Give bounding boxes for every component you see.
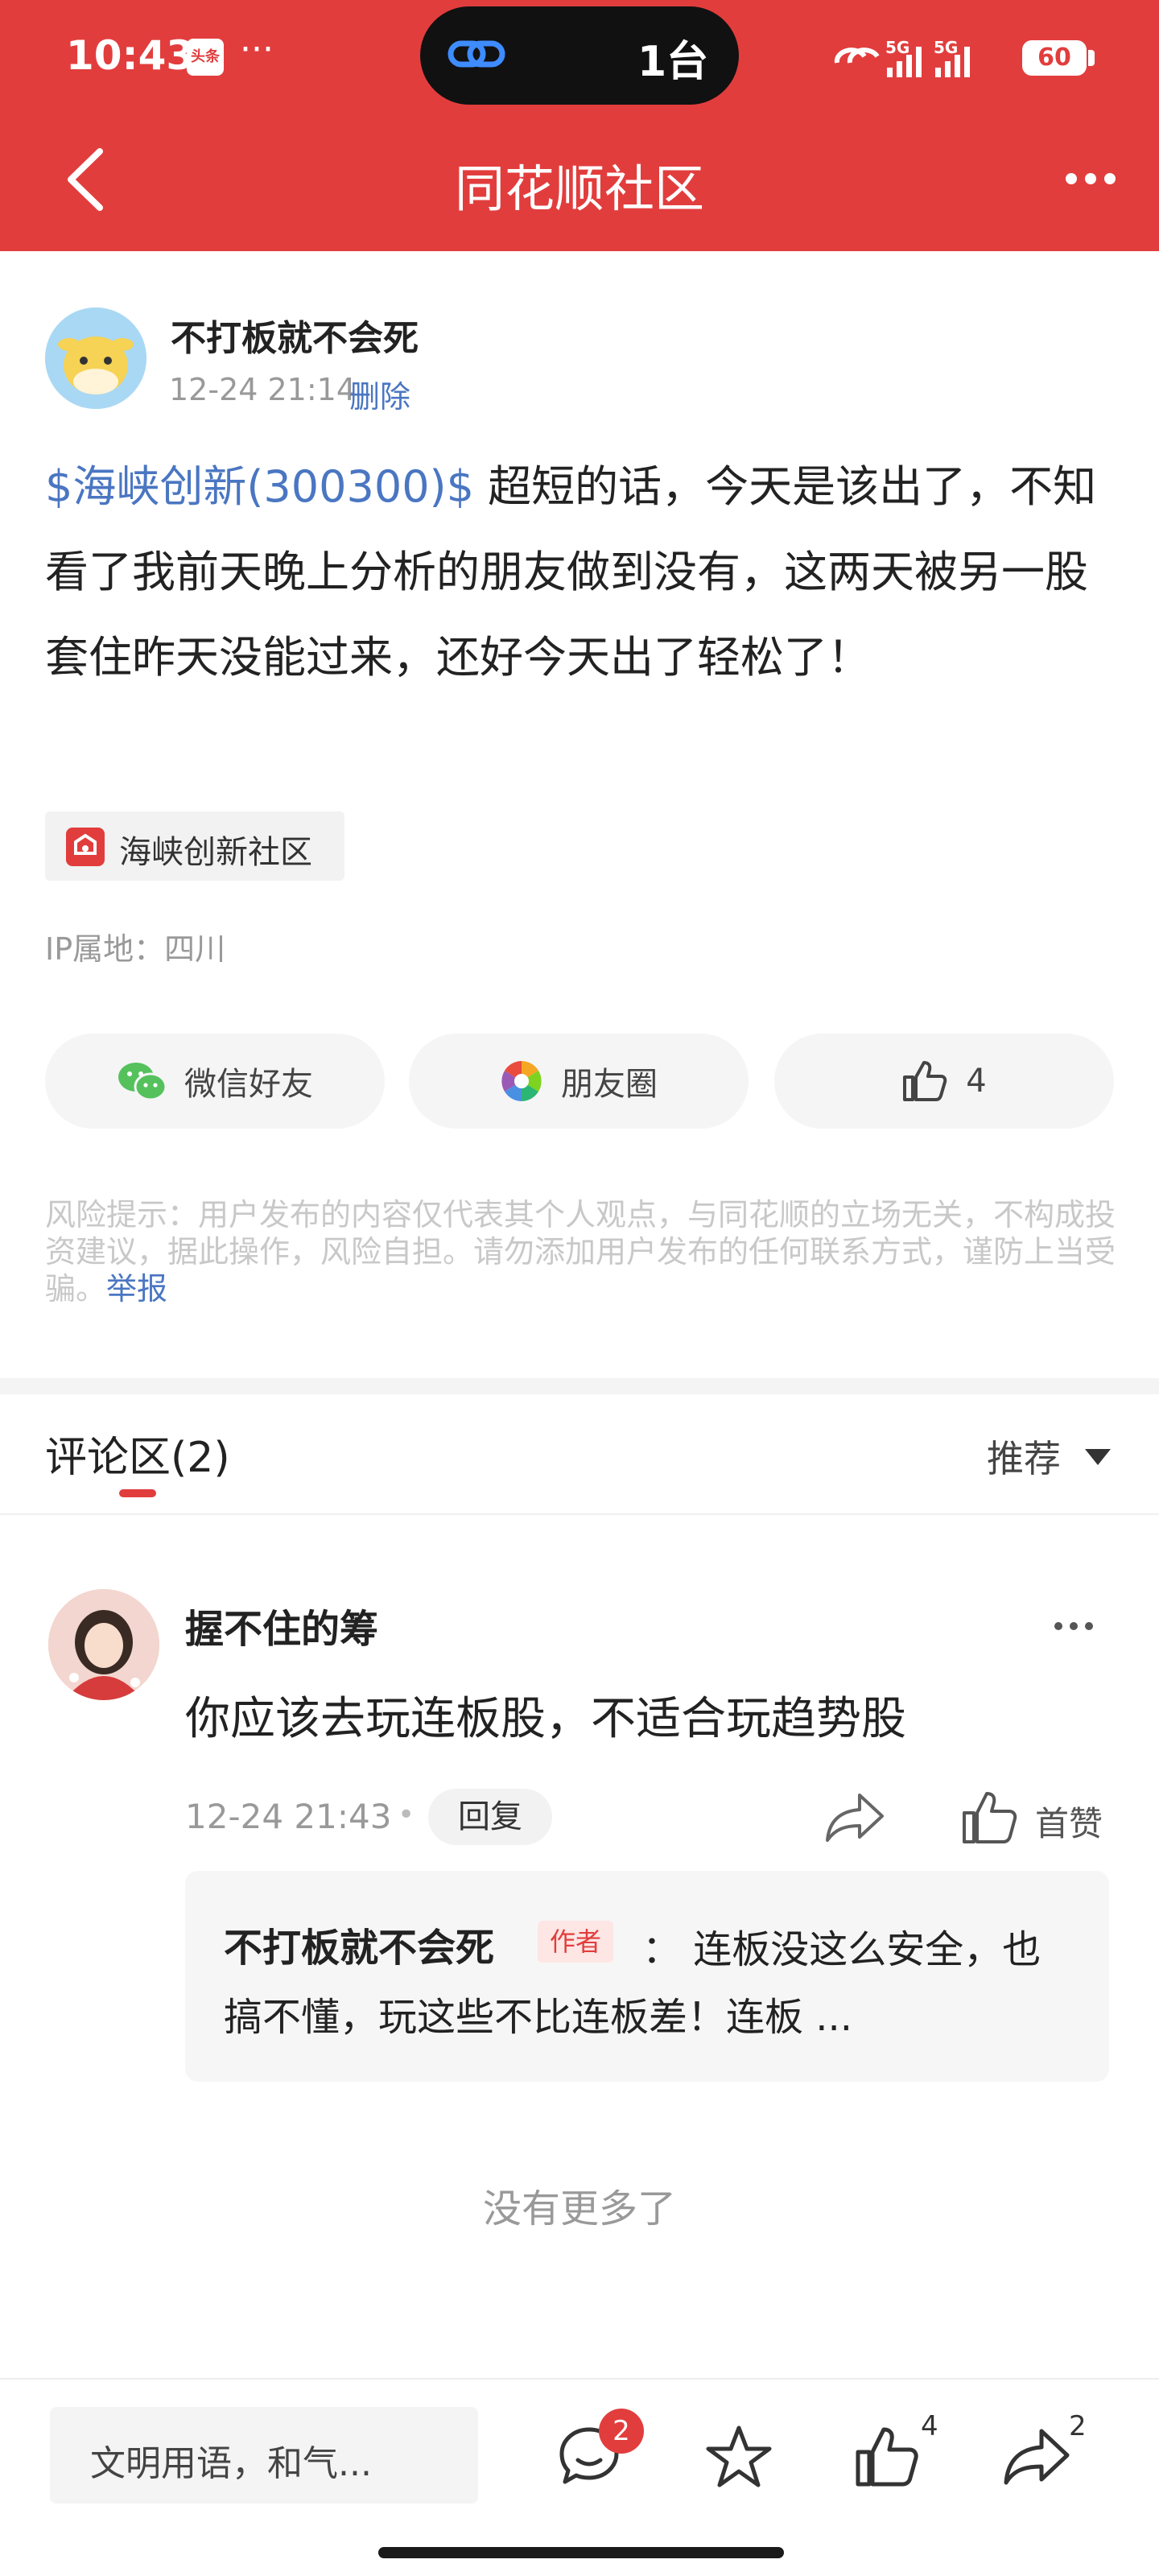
signal-icons: 5G 5G <box>834 40 970 77</box>
bottom-separator <box>0 2378 1159 2380</box>
like-count: 4 <box>966 1063 987 1100</box>
girl-avatar-icon <box>48 1589 159 1700</box>
share-wechat-button[interactable]: 微信好友 <box>45 1034 385 1129</box>
share-moments-button[interactable]: 朋友圈 <box>409 1034 749 1129</box>
report-link[interactable]: 举报 <box>106 1271 167 1307</box>
news-app-icon: 头条 <box>187 39 224 76</box>
sort-button[interactable]: 推荐 <box>987 1430 1061 1483</box>
bottom-like-icon[interactable] <box>853 2423 921 2491</box>
bottom-share-count: 2 <box>1069 2410 1087 2442</box>
reply-box[interactable]: 不打板就不会死 作者 ： 连板没这么安全，也搞不懂，玩这些不比连板差！连板 ..… <box>185 1871 1109 2082</box>
star-icon[interactable] <box>705 2423 773 2491</box>
author-avatar[interactable] <box>45 308 146 409</box>
battery-tip <box>1088 50 1095 66</box>
bottom-share-icon[interactable] <box>1003 2423 1070 2491</box>
caret-down-icon[interactable] <box>1085 1449 1111 1465</box>
author-name[interactable]: 不打板就不会死 <box>171 309 419 361</box>
community-icon <box>66 828 105 866</box>
home-indicator[interactable] <box>378 2547 784 2558</box>
comments-title[interactable]: 评论区(2) <box>45 1423 230 1484</box>
post-body: $海峡创新(300300)$ 超短的话，今天是该出了，不知看了我前天晚上分析的朋… <box>45 444 1116 700</box>
section-divider <box>0 1378 1159 1394</box>
comments-separator <box>0 1513 1159 1515</box>
reply-button[interactable]: 回复 <box>428 1789 552 1845</box>
moments-label: 朋友圈 <box>561 1066 658 1103</box>
community-chip[interactable]: 海峡创新社区 <box>45 811 344 881</box>
stock-link[interactable]: $海峡创新(300300)$ <box>45 461 474 512</box>
island-text: 1台 <box>637 38 709 86</box>
bottom-like-count: 4 <box>921 2410 938 2442</box>
page-title: 同花顺社区 <box>454 159 704 218</box>
cow-avatar-icon <box>45 308 146 409</box>
comment-like-icon[interactable] <box>959 1789 1021 1845</box>
comment-input-placeholder: 文明用语，和气... <box>90 2443 372 2484</box>
svg-text:5G: 5G <box>885 40 909 57</box>
comment-text: 你应该去玩连板股，不适合玩趋势股 <box>185 1693 906 1745</box>
status-time: 10:43 <box>66 32 195 79</box>
share-icon[interactable] <box>824 1790 885 1843</box>
reply-text: ： 连板没这么安全，也搞不懂，玩这些不比连板差！连板 ... <box>224 1927 1041 2040</box>
first-like-label[interactable]: 首赞 <box>1035 1797 1103 1846</box>
community-label: 海峡创新社区 <box>119 834 312 871</box>
moments-icon <box>501 1061 542 1101</box>
post-time: 12-24 21:14 <box>169 372 357 407</box>
link-icon <box>448 40 505 68</box>
battery-indicator: 60 <box>1022 40 1087 76</box>
ip-location: IP属地：四川 <box>45 931 226 967</box>
comment-count-badge: 2 <box>599 2409 644 2454</box>
risk-text: 风险提示：用户发布的内容仅代表其个人观点，与同花顺的立场无关，不构成投资建议，据… <box>45 1197 1116 1307</box>
wechat-icon <box>118 1063 167 1101</box>
risk-warning: 风险提示：用户发布的内容仅代表其个人观点，与同花顺的立场无关，不构成投资建议，据… <box>45 1196 1116 1307</box>
no-more-label: 没有更多了 <box>482 2186 676 2231</box>
commenter-avatar[interactable] <box>48 1589 159 1700</box>
comment-dot-separator: • <box>398 1798 415 1831</box>
status-more-icon: ··· <box>240 29 274 70</box>
comment-input[interactable]: 文明用语，和气... <box>50 2407 478 2504</box>
like-post-button[interactable]: 4 <box>774 1034 1114 1129</box>
comment-time: 12-24 21:43 <box>185 1797 392 1836</box>
delete-link[interactable]: 删除 <box>349 372 410 416</box>
wechat-label: 微信好友 <box>184 1066 313 1103</box>
svg-text:5G: 5G <box>934 40 958 57</box>
thumbs-up-icon <box>903 1061 947 1101</box>
commenter-name[interactable]: 握不住的筹 <box>185 1597 378 1653</box>
tab-indicator <box>119 1489 156 1497</box>
more-options-button[interactable] <box>1066 172 1127 192</box>
comment-more-button[interactable] <box>1054 1618 1111 1630</box>
